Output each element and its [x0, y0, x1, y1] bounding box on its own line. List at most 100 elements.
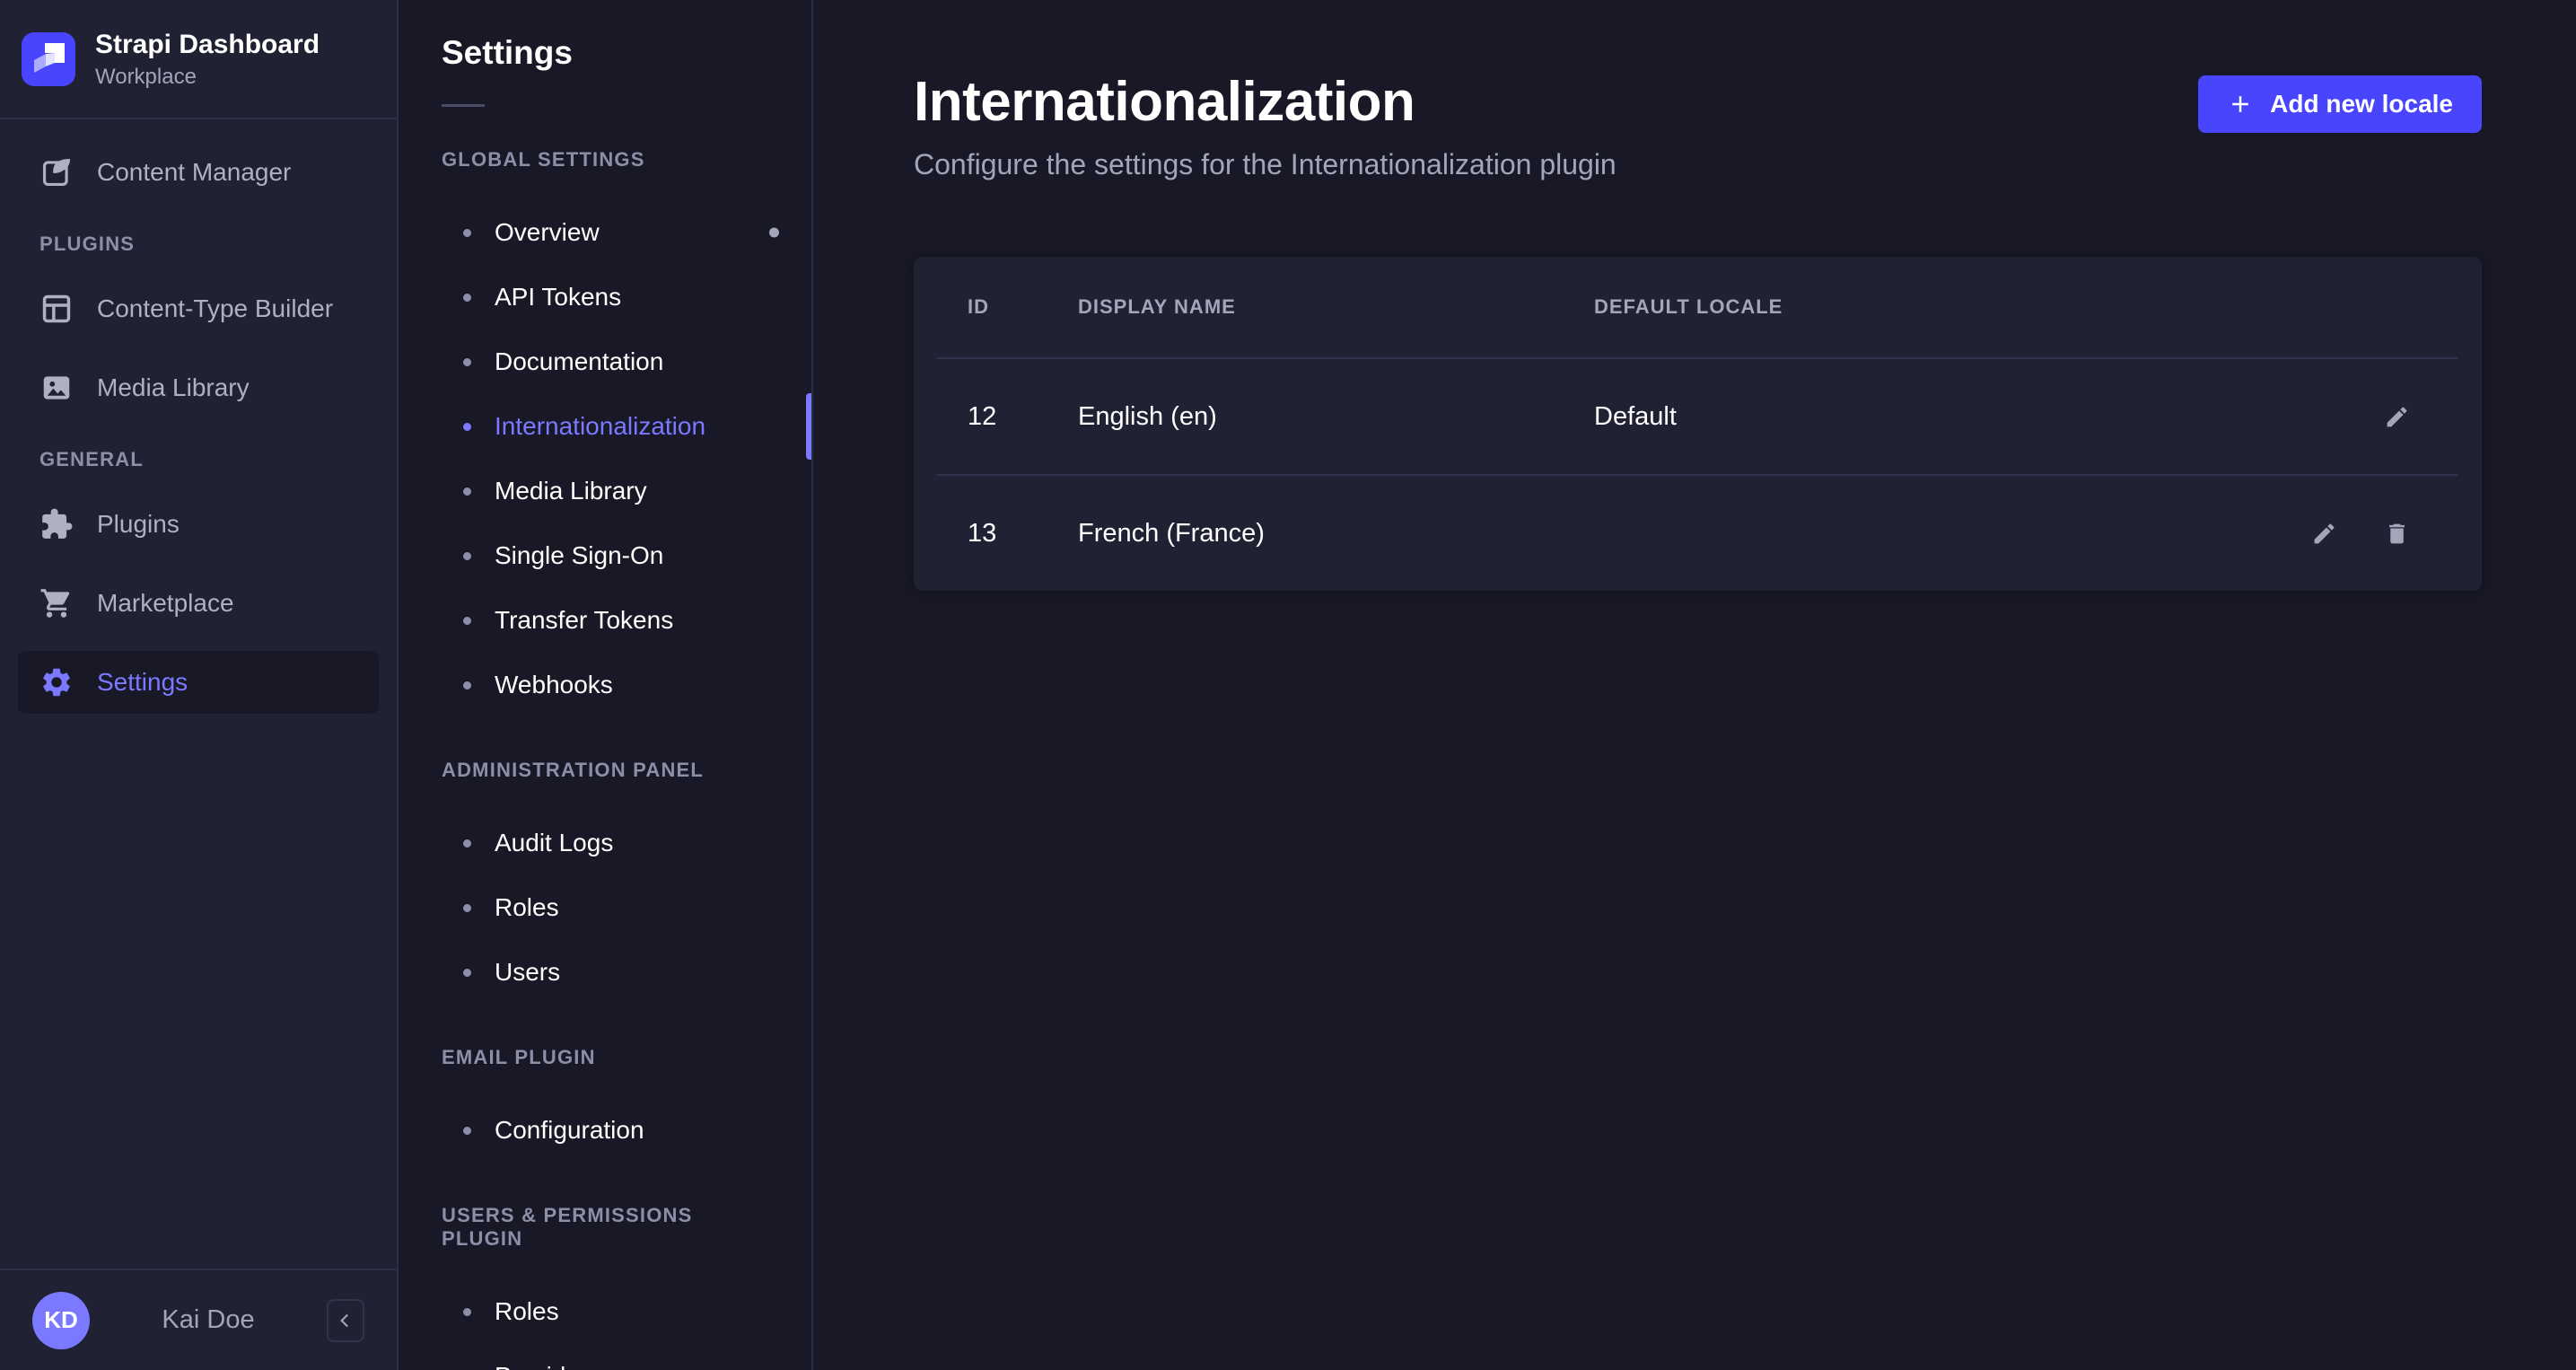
notification-dot-icon — [769, 228, 779, 238]
nav-item-plugins[interactable]: Plugins — [18, 493, 379, 556]
brand-title: Strapi Dashboard — [95, 29, 320, 61]
subnav-item-label: API Tokens — [495, 283, 621, 312]
table-header-row: ID DISPLAY NAME DEFAULT LOCALE — [914, 257, 2482, 357]
app-root: Strapi Dashboard Workplace Content Manag… — [0, 0, 2576, 1370]
cell-default-locale: Default — [1594, 402, 2309, 432]
cell-display-name: English (en) — [1078, 402, 1594, 432]
subnav-divider — [442, 104, 485, 107]
add-new-locale-button[interactable]: Add new locale — [2198, 75, 2482, 133]
nav-section-plugins: PLUGINS — [39, 233, 397, 256]
main-sidebar: Strapi Dashboard Workplace Content Manag… — [0, 0, 399, 1370]
subnav-item-audit-logs[interactable]: Audit Logs — [399, 811, 811, 875]
nav-item-label: Content Manager — [97, 158, 291, 187]
collapse-sidebar-button[interactable] — [327, 1299, 364, 1342]
nav-item-label: Marketplace — [97, 589, 234, 618]
nav-item-label: Media Library — [97, 373, 250, 402]
subnav-item-single-sign-on[interactable]: Single Sign-On — [399, 523, 811, 588]
trash-icon — [2384, 521, 2410, 547]
nav-item-content-type-builder[interactable]: Content-Type Builder — [18, 277, 379, 340]
user-name: Kai Doe — [90, 1305, 327, 1335]
subnav-section-global-settings: GLOBAL SETTINGS — [442, 148, 768, 171]
bullet-icon — [463, 1127, 471, 1135]
locales-table: ID DISPLAY NAME DEFAULT LOCALE 12 Englis… — [914, 257, 2482, 591]
subnav-item-admin-roles[interactable]: Roles — [399, 875, 811, 940]
column-header-default-locale: DEFAULT LOCALE — [1594, 295, 2309, 319]
cell-display-name: French (France) — [1078, 519, 1594, 549]
subnav-item-label: Overview — [495, 218, 600, 247]
subnav-item-internationalization[interactable]: Internationalization — [399, 394, 811, 459]
subnav-item-up-roles[interactable]: Roles — [399, 1279, 811, 1344]
gear-icon — [39, 665, 74, 699]
pencil-icon — [2384, 404, 2410, 430]
subnav-item-label: Single Sign-On — [495, 541, 663, 570]
bullet-icon — [463, 423, 471, 431]
subnav-item-label: Users — [495, 958, 560, 987]
bullet-icon — [463, 487, 471, 496]
subnav-item-api-tokens[interactable]: API Tokens — [399, 265, 811, 329]
subnav-item-label: Transfer Tokens — [495, 606, 673, 635]
table-row-english[interactable]: 12 English (en) Default — [914, 359, 2482, 474]
subnav-item-label: Roles — [495, 1297, 559, 1326]
subnav-item-providers[interactable]: Providers — [399, 1344, 811, 1370]
settings-sidebar: Settings GLOBAL SETTINGS Overview API To… — [399, 0, 813, 1370]
subnav-item-label: Audit Logs — [495, 829, 613, 857]
subnav-item-label: Internationalization — [495, 412, 705, 441]
subnav-item-label: Providers — [495, 1362, 600, 1370]
bullet-icon — [463, 229, 471, 237]
plus-icon — [2227, 91, 2254, 118]
avatar[interactable]: KD — [32, 1292, 90, 1349]
brand-subtitle: Workplace — [95, 65, 320, 90]
bullet-icon — [463, 358, 471, 366]
subnav-item-label: Media Library — [495, 477, 647, 505]
bullet-icon — [463, 552, 471, 560]
bullet-icon — [463, 294, 471, 302]
subnav-item-media-library[interactable]: Media Library — [399, 459, 811, 523]
subnav-item-users[interactable]: Users — [399, 940, 811, 1005]
bullet-icon — [463, 969, 471, 977]
nav-item-label: Content-Type Builder — [97, 294, 333, 323]
subnav-item-label: Webhooks — [495, 671, 613, 699]
column-header-display-name: DISPLAY NAME — [1078, 295, 1594, 319]
cell-id: 13 — [968, 519, 1078, 549]
subnav-section-email-plugin: EMAIL PLUGIN — [442, 1046, 768, 1069]
main-content: Internationalization Configure the setti… — [813, 0, 2576, 1370]
nav-item-settings[interactable]: Settings — [18, 651, 379, 714]
subnav-item-transfer-tokens[interactable]: Transfer Tokens — [399, 588, 811, 653]
nav-item-label: Settings — [97, 668, 188, 697]
bullet-icon — [463, 839, 471, 847]
bullet-icon — [463, 617, 471, 625]
image-icon — [39, 371, 74, 405]
nav-item-label: Plugins — [97, 510, 180, 539]
edit-locale-button[interactable] — [2311, 521, 2337, 547]
bullet-icon — [463, 681, 471, 689]
subnav-item-label: Configuration — [495, 1116, 644, 1145]
cart-icon — [39, 586, 74, 620]
brand: Strapi Dashboard Workplace — [0, 0, 397, 119]
active-indicator-bar — [806, 393, 811, 460]
page-subtitle: Configure the settings for the Internati… — [914, 148, 1617, 181]
layout-grid-icon — [39, 292, 74, 326]
page-header: Internationalization Configure the setti… — [914, 70, 2482, 181]
sidebar-footer: KD Kai Doe — [0, 1269, 397, 1370]
subnav-item-webhooks[interactable]: Webhooks — [399, 653, 811, 717]
nav-item-content-manager[interactable]: Content Manager — [18, 141, 379, 204]
table-row-french[interactable]: 13 French (France) — [914, 476, 2482, 591]
strapi-logo-icon[interactable] — [22, 32, 75, 86]
chevron-left-icon — [334, 1309, 357, 1332]
cell-id: 12 — [968, 402, 1078, 432]
subnav-item-label: Documentation — [495, 347, 663, 376]
add-button-label: Add new locale — [2270, 90, 2453, 119]
delete-locale-button[interactable] — [2384, 521, 2410, 547]
bullet-icon — [463, 904, 471, 912]
subnav-section-users-permissions-plugin: USERS & PERMISSIONS PLUGIN — [442, 1204, 768, 1251]
subnav-title: Settings — [442, 34, 811, 72]
puzzle-icon — [39, 507, 74, 541]
nav-item-marketplace[interactable]: Marketplace — [18, 572, 379, 635]
subnav-item-configuration[interactable]: Configuration — [399, 1098, 811, 1163]
nav-item-media-library[interactable]: Media Library — [18, 356, 379, 419]
main-nav-list: Content Manager PLUGINS Content-Type Bui… — [0, 119, 397, 1269]
subnav-item-overview[interactable]: Overview — [399, 200, 811, 265]
bullet-icon — [463, 1308, 471, 1316]
subnav-item-documentation[interactable]: Documentation — [399, 329, 811, 394]
edit-locale-button[interactable] — [2384, 404, 2410, 430]
